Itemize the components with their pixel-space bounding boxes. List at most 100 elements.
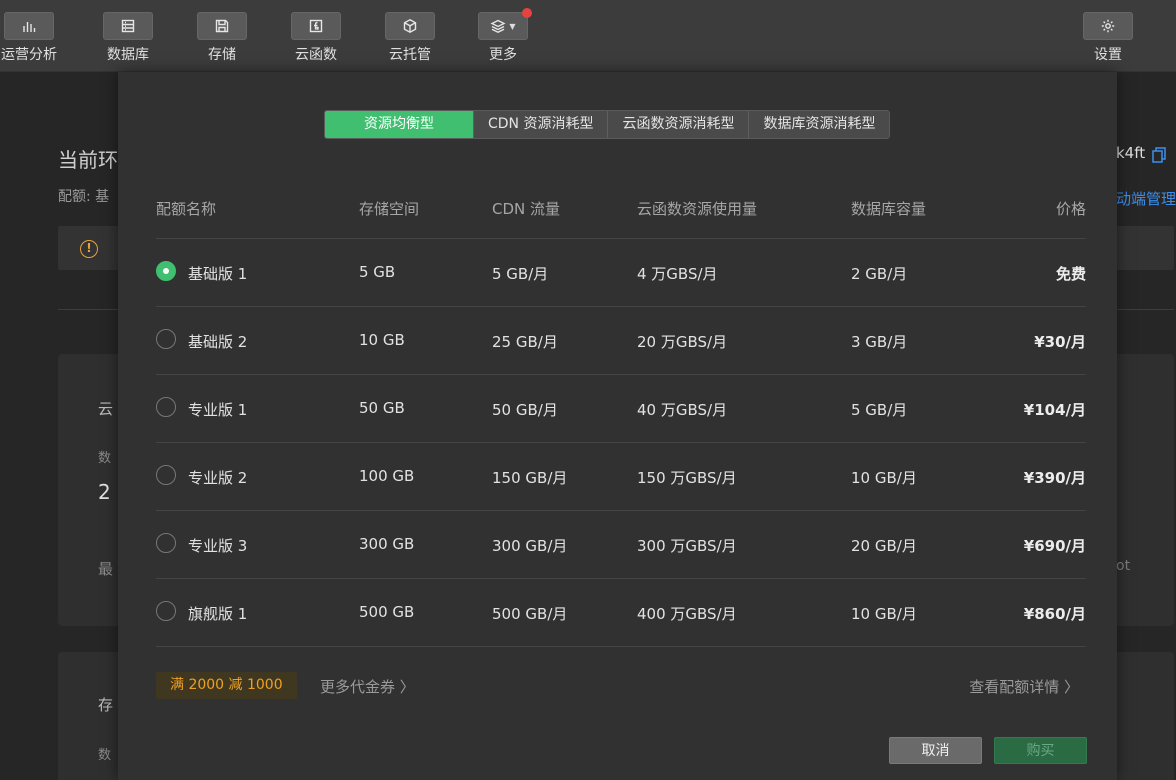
plan-function: 40 万GBS/月 — [637, 401, 728, 419]
toolbar-storage-label: 存储 — [208, 47, 236, 63]
toolbar-cloud-function-button[interactable]: 云函数 — [281, 12, 351, 64]
toolbar-cloud-hosting-label: 云托管 — [389, 47, 431, 63]
plan-database: 3 GB/月 — [851, 333, 908, 351]
bg-card1-title: 云 — [98, 400, 114, 418]
toolbar-cloud-hosting-button[interactable]: 云托管 — [375, 12, 445, 64]
plan-database: 2 GB/月 — [851, 265, 908, 283]
save-icon — [197, 12, 247, 40]
plan-database: 10 GB/月 — [851, 605, 917, 623]
toolbar-settings-button[interactable]: 设置 — [1073, 12, 1143, 64]
col-header-name: 配额名称 — [156, 200, 217, 218]
col-header-function: 云函数资源使用量 — [637, 200, 758, 218]
cancel-button[interactable]: 取消 — [889, 737, 982, 764]
plan-database: 5 GB/月 — [851, 401, 908, 419]
toolbar-settings-label: 设置 — [1094, 47, 1122, 63]
plan-function: 400 万GBS/月 — [637, 605, 737, 623]
more-coupons-link[interactable]: 更多代金券 〉 — [320, 676, 415, 697]
bg-mobile-manage-link[interactable]: 动端管理 — [1116, 188, 1176, 209]
plan-price: ¥390/月 — [1023, 469, 1086, 487]
plan-radio[interactable] — [156, 601, 176, 621]
bg-card1-value: 2 — [98, 480, 111, 504]
plan-name: 专业版 3 — [188, 537, 248, 555]
plan-name: 旗舰版 1 — [188, 605, 248, 623]
plan-row[interactable]: 专业版 1 50 GB 50 GB/月 40 万GBS/月 5 GB/月 ¥104/月 — [156, 374, 1086, 442]
col-header-database: 数据库容量 — [851, 200, 927, 218]
bg-page-title: 当前环 — [58, 148, 118, 172]
buy-button[interactable]: 购买 — [994, 737, 1087, 764]
col-header-price: 价格 — [1055, 200, 1086, 218]
bg-card1-sub: 数 — [98, 451, 112, 466]
bg-card1-faint: ot — [1116, 558, 1131, 574]
table-bottom-divider — [156, 646, 1086, 647]
plan-cdn: 500 GB/月 — [492, 605, 568, 623]
plan-function: 20 万GBS/月 — [637, 333, 728, 351]
copy-icon[interactable] — [1152, 147, 1166, 163]
bg-card1-footer: 最 — [98, 560, 114, 578]
plan-cdn: 300 GB/月 — [492, 537, 568, 555]
top-toolbar: 运营分析 数据库 存储 云函数 云托管 ▼ 更多 设置 — [0, 0, 1176, 72]
toolbar-more-label: 更多 — [489, 47, 517, 63]
plan-cdn: 50 GB/月 — [492, 401, 558, 419]
plan-cdn: 25 GB/月 — [492, 333, 558, 351]
tab-balanced[interactable]: 资源均衡型 — [325, 111, 473, 138]
toolbar-analytics-label: 运营分析 — [1, 47, 57, 63]
database-icon — [103, 12, 153, 40]
toolbar-cloud-function-label: 云函数 — [295, 47, 337, 63]
plan-radio[interactable] — [156, 465, 176, 485]
plan-cdn: 150 GB/月 — [492, 469, 568, 487]
plan-price: ¥104/月 — [1023, 401, 1086, 419]
plan-function: 4 万GBS/月 — [637, 265, 718, 283]
plan-table-header: 配额名称 存储空间 CDN 流量 云函数资源使用量 数据库容量 价格 — [156, 198, 1086, 238]
plan-row[interactable]: 专业版 3 300 GB 300 GB/月 300 万GBS/月 20 GB/月 ¥690… — [156, 510, 1086, 578]
plan-row[interactable]: 基础版 1 5 GB 5 GB/月 4 万GBS/月 2 GB/月 免费 — [156, 238, 1086, 306]
bar-chart-icon — [4, 12, 54, 40]
plan-name: 基础版 2 — [188, 333, 248, 351]
plan-database: 20 GB/月 — [851, 537, 917, 555]
bg-quota-text: 配额: 基 — [58, 189, 110, 205]
plan-row[interactable]: 专业版 2 100 GB 150 GB/月 150 万GBS/月 10 GB/月 ¥390… — [156, 442, 1086, 510]
plan-name: 专业版 1 — [188, 401, 248, 419]
plan-price: ¥30/月 — [1034, 333, 1086, 351]
chevron-down-icon: ▼ — [509, 21, 516, 31]
gear-icon — [1083, 12, 1133, 40]
bg-env-id: k4ft — [1116, 144, 1146, 162]
plan-database: 10 GB/月 — [851, 469, 917, 487]
layers-icon: ▼ — [478, 8, 532, 40]
plan-radio[interactable] — [156, 533, 176, 553]
plan-price: 免费 — [1055, 265, 1086, 283]
toolbar-storage-button[interactable]: 存储 — [187, 12, 257, 64]
toolbar-more-button[interactable]: ▼ 更多 — [468, 8, 538, 64]
plan-storage: 500 GB — [359, 603, 415, 621]
plan-name: 基础版 1 — [188, 265, 248, 283]
toolbar-database-button[interactable]: 数据库 — [93, 12, 163, 64]
plan-radio[interactable] — [156, 261, 176, 281]
plan-cdn: 5 GB/月 — [492, 265, 549, 283]
plan-name: 专业版 2 — [188, 469, 248, 487]
tab-cdn-heavy[interactable]: CDN 资源消耗型 — [473, 111, 608, 138]
plan-storage: 10 GB — [359, 331, 405, 349]
plan-function: 150 万GBS/月 — [637, 469, 737, 487]
plan-storage: 5 GB — [359, 263, 396, 281]
plan-row[interactable]: 旗舰版 1 500 GB 500 GB/月 400 万GBS/月 10 GB/月 ¥860… — [156, 578, 1086, 646]
notification-dot — [522, 8, 532, 18]
tab-database-heavy[interactable]: 数据库资源消耗型 — [748, 111, 890, 138]
quota-details-link[interactable]: 查看配额详情 〉 — [969, 676, 1079, 697]
plan-function: 300 万GBS/月 — [637, 537, 737, 555]
toolbar-database-label: 数据库 — [107, 47, 149, 63]
plan-storage: 100 GB — [359, 467, 415, 485]
plan-storage: 300 GB — [359, 535, 415, 553]
toolbar-analytics-button[interactable]: 运营分析 — [0, 12, 64, 64]
col-header-cdn: CDN 流量 — [492, 200, 561, 218]
plan-row[interactable]: 基础版 2 10 GB 25 GB/月 20 万GBS/月 3 GB/月 ¥30/月 — [156, 306, 1086, 374]
cube-icon — [385, 12, 435, 40]
tab-function-heavy[interactable]: 云函数资源消耗型 — [607, 111, 749, 138]
plan-radio[interactable] — [156, 397, 176, 417]
plan-price: ¥860/月 — [1023, 605, 1086, 623]
plan-radio[interactable] — [156, 329, 176, 349]
plan-type-tabs: 资源均衡型 CDN 资源消耗型 云函数资源消耗型 数据库资源消耗型 — [324, 110, 891, 139]
plan-price: ¥690/月 — [1023, 537, 1086, 555]
plan-storage: 50 GB — [359, 399, 405, 417]
bg-card2-title: 存 — [98, 696, 114, 714]
col-header-storage: 存储空间 — [359, 200, 420, 218]
warning-icon: ! — [80, 240, 98, 258]
